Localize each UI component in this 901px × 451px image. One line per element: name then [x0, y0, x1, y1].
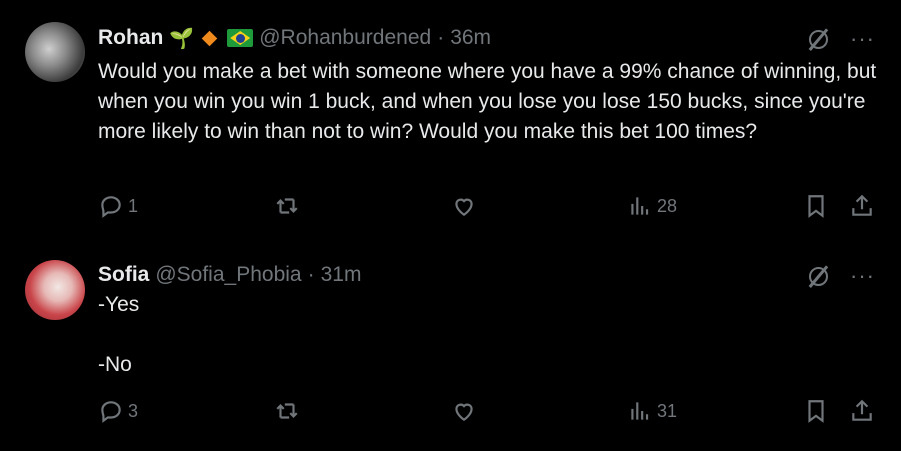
separator-dot: · — [307, 263, 315, 286]
views-button[interactable]: 31 — [627, 398, 677, 424]
tweet-text: Would you make a bet with someone where … — [98, 60, 877, 143]
share-icon — [852, 399, 872, 421]
timestamp[interactable]: 31m — [321, 263, 362, 287]
bookmark-button[interactable] — [803, 193, 829, 219]
more-options-button[interactable]: ··· — [850, 265, 875, 287]
views-count: 28 — [657, 195, 678, 216]
action-bar: 1 28 — [0, 193, 901, 223]
brazil-flag-icon — [227, 29, 254, 47]
reply-count: 3 — [128, 400, 139, 421]
action-bar: 3 31 — [0, 398, 901, 428]
tweet-top-actions: ··· — [806, 264, 875, 288]
grok-icon[interactable] — [806, 27, 830, 51]
like-button[interactable] — [451, 398, 477, 424]
display-name[interactable]: Rohan — [98, 26, 163, 50]
retweet-icon — [276, 198, 298, 214]
reply-button[interactable]: 1 — [98, 193, 138, 219]
retweet-icon — [276, 403, 298, 419]
share-button[interactable] — [849, 193, 875, 219]
timestamp[interactable]: 36m — [450, 26, 491, 50]
heart-icon — [455, 403, 473, 421]
reply-button[interactable]: 3 — [98, 398, 138, 424]
views-icon — [631, 402, 649, 420]
more-options-button[interactable]: ··· — [850, 28, 875, 50]
reply-icon — [101, 401, 121, 423]
grok-icon[interactable] — [806, 264, 830, 288]
share-icon — [852, 194, 872, 216]
views-button[interactable]: 28 — [627, 193, 677, 219]
bookmark-icon — [808, 195, 824, 218]
bookmark-button[interactable] — [803, 398, 829, 424]
retweet-button[interactable] — [274, 193, 300, 219]
display-name[interactable]: Sofia — [98, 263, 149, 287]
tweet-top-actions: ··· — [806, 27, 875, 51]
heart-icon — [455, 198, 473, 216]
retweet-button[interactable] — [274, 398, 300, 424]
tweet-text: -Yes -No — [98, 293, 140, 376]
diamond-icon — [201, 30, 218, 46]
views-icon — [631, 197, 649, 215]
avatar[interactable] — [25, 260, 85, 320]
separator-dot: · — [437, 26, 445, 49]
views-count: 31 — [657, 400, 678, 421]
tweet[interactable]: Rohan 🌱 @Rohanburdened · 36m ··· Would y… — [0, 0, 901, 250]
sprout-icon: 🌱 — [169, 27, 195, 50]
tweet[interactable]: Sofia @Sofia_Phobia · 31m ··· -Yes -No 3… — [0, 250, 901, 451]
tweet-header: Sofia @Sofia_Phobia · 31m — [98, 262, 361, 288]
bookmark-icon — [808, 400, 824, 423]
tweet-header: Rohan 🌱 @Rohanburdened · 36m — [98, 25, 491, 51]
user-handle[interactable]: @Sofia_Phobia — [155, 263, 301, 287]
share-button[interactable] — [849, 398, 875, 424]
reply-icon — [101, 196, 121, 218]
user-handle[interactable]: @Rohanburdened — [259, 26, 431, 50]
like-button[interactable] — [451, 193, 477, 219]
reply-count: 1 — [128, 195, 139, 216]
avatar[interactable] — [25, 22, 85, 82]
